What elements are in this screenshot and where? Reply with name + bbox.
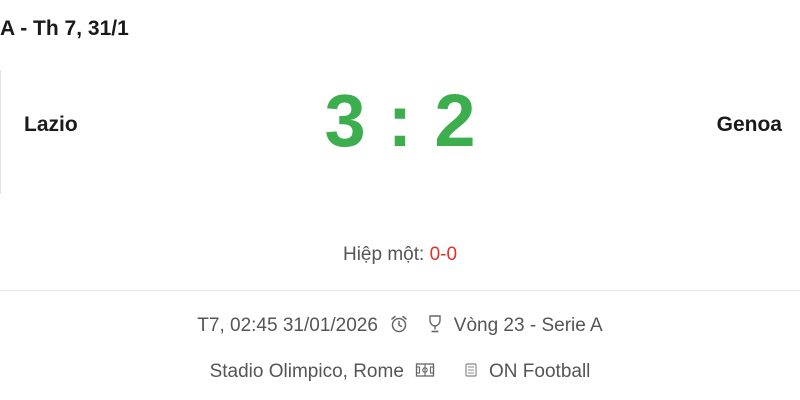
tv-icon: [464, 362, 478, 378]
halftime-label: Hiệp một:: [342, 244, 425, 265]
trophy-icon: [427, 314, 443, 334]
venue-broadcast-row: Stadio Olimpico, Rome ON Football: [0, 361, 800, 383]
match-datetime: T7, 02:45 31/01/2026: [197, 315, 378, 336]
match-round[interactable]: Vòng 23 - Serie A: [454, 315, 603, 336]
home-score: 3: [324, 79, 366, 162]
scoreboard: 3:2: [0, 78, 800, 164]
away-score: 2: [434, 79, 476, 162]
stadium-icon: [415, 362, 435, 378]
score-separator: :: [387, 79, 413, 162]
halftime-result: Hiệp một: 0-0: [0, 244, 800, 266]
match-venue: Stadio Olimpico, Rome: [209, 361, 404, 382]
match-broadcaster[interactable]: ON Football: [489, 361, 590, 382]
away-team-name[interactable]: Genoa: [717, 113, 782, 137]
match-header-title: A - Th 7, 31/1: [0, 17, 129, 40]
match-page: A - Th 7, 31/1 Lazio 3:2 Genoa Hiệp một:…: [0, 0, 800, 400]
section-divider: [0, 290, 800, 291]
match-info-row: T7, 02:45 31/01/2026 Vòng 23 - Serie A: [0, 315, 800, 337]
alarm-clock-icon[interactable]: [389, 314, 409, 334]
halftime-score: 0-0: [429, 244, 458, 265]
